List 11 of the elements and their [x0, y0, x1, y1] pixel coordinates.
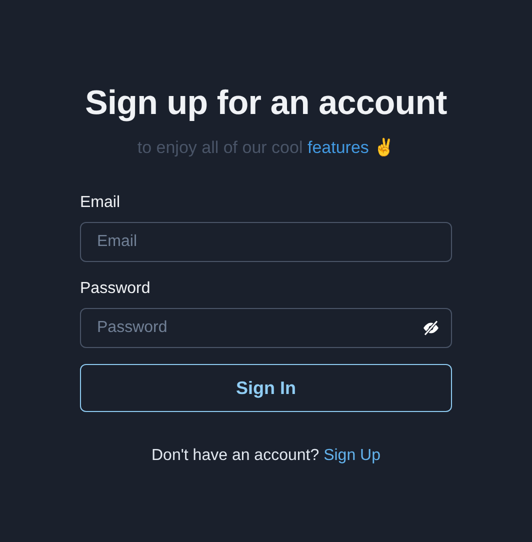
field-label: Password: [80, 280, 150, 298]
signup-prompt: Don't have an account? Sign Up: [152, 447, 380, 465]
sign-in-button[interactable]: Sign In: [80, 364, 452, 412]
sign-up-link[interactable]: Sign Up: [324, 447, 380, 464]
field-label: Email: [80, 194, 120, 212]
email-field[interactable]: Email: [80, 222, 452, 262]
page-title: Sign up for an account: [85, 84, 447, 123]
eye-slash-icon[interactable]: [422, 319, 440, 337]
subtitle: to enjoy all of our cool features ✌: [137, 137, 395, 158]
password-field[interactable]: Password: [80, 308, 452, 348]
features-link[interactable]: features: [307, 138, 369, 157]
